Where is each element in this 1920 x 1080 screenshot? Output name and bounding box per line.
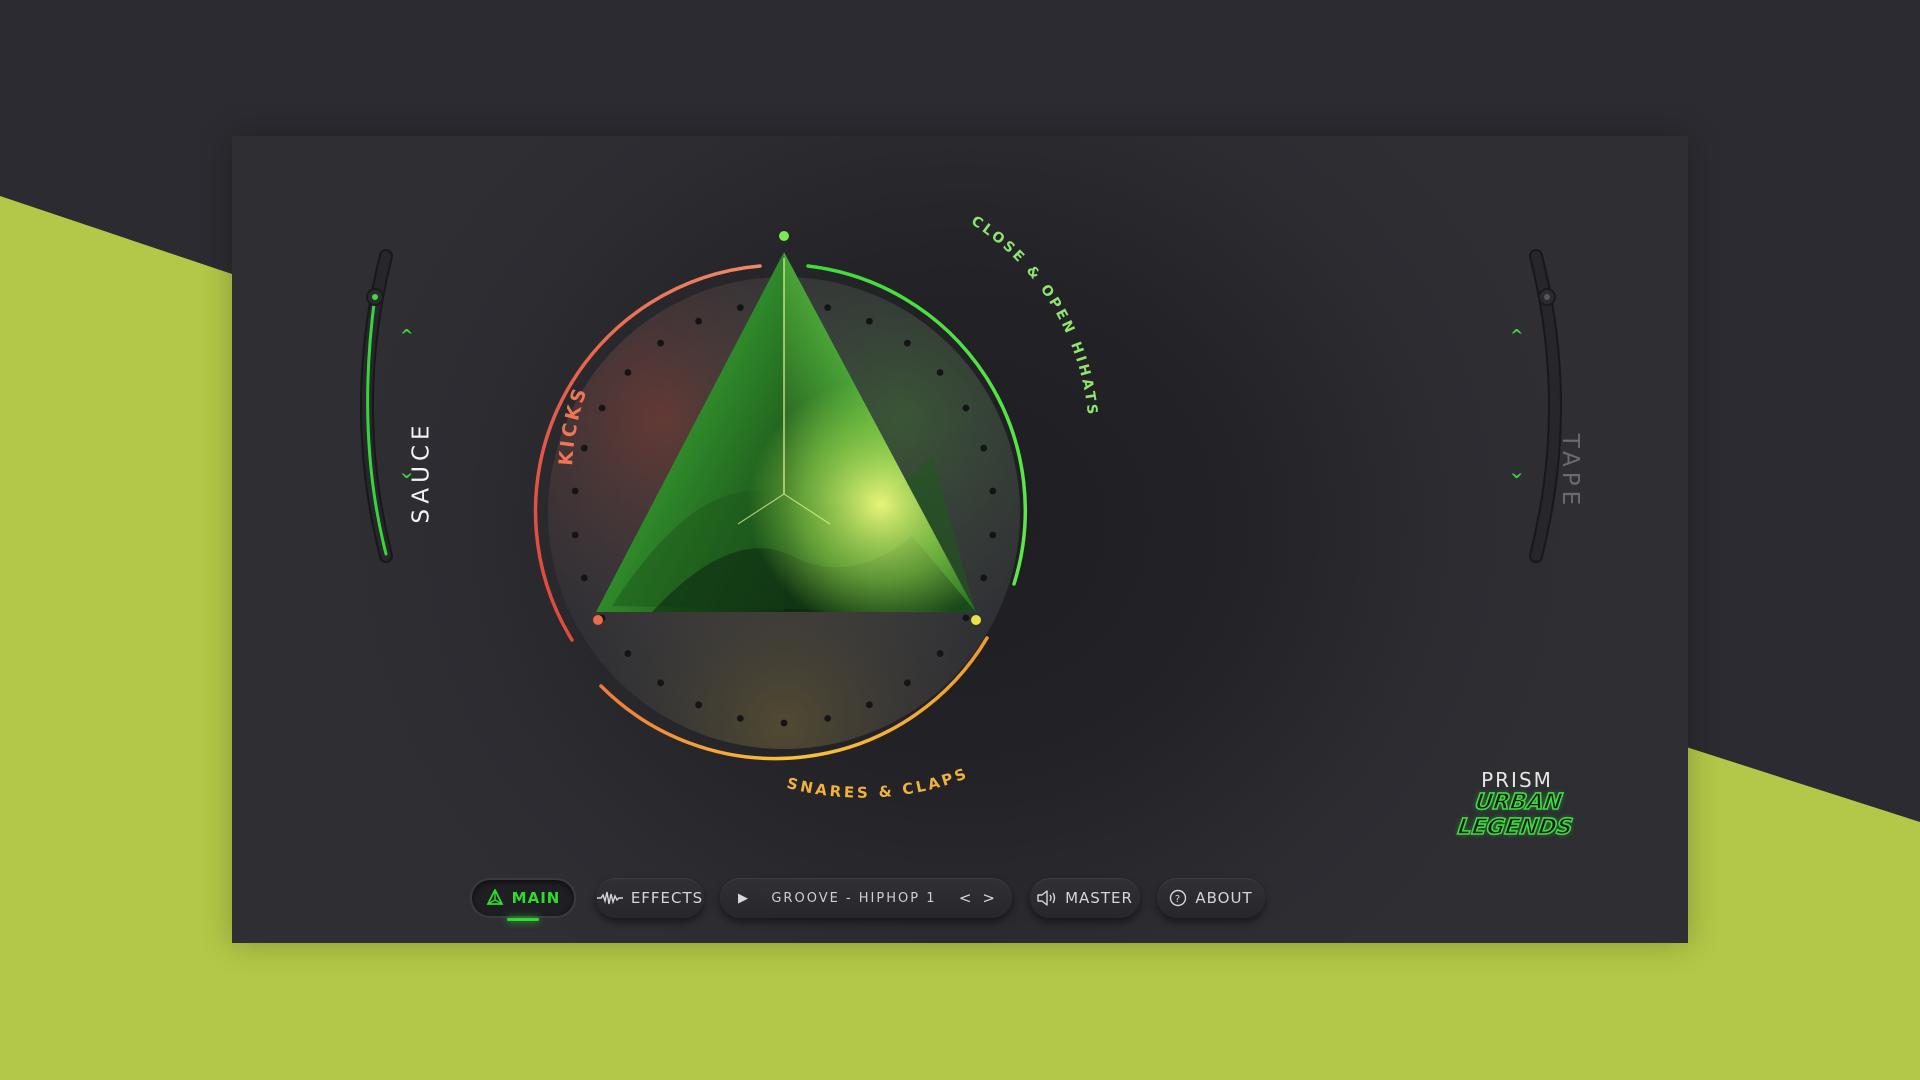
dial-tick-dot xyxy=(866,701,873,709)
dial-tick-dot xyxy=(624,369,632,376)
dial-tick-dot xyxy=(936,650,944,657)
speaker-icon xyxy=(1037,890,1056,906)
plugin-window: KICKS CLOSE & OPEN HIHATS SNARES & CLAPS… xyxy=(232,136,1688,943)
dial-tick-dot xyxy=(989,531,997,539)
master-tab-label: MASTER xyxy=(1065,889,1133,907)
dial-tick-dot xyxy=(657,339,664,347)
tape-label: TAPE xyxy=(1557,433,1584,511)
main-tab-indicator xyxy=(507,918,539,921)
preset-selector[interactable]: ▶ GROOVE - HIPHOP 1 < > xyxy=(720,878,1012,918)
dial-tick-dot xyxy=(989,487,997,495)
tape-chevron-down-icon[interactable]: ^ xyxy=(1510,462,1523,481)
hihats-label: CLOSE & OPEN HIHATS xyxy=(968,213,1100,418)
hihats-indicator xyxy=(779,231,789,241)
dial-tick-dot xyxy=(904,679,911,687)
snares-label: SNARES & CLAPS xyxy=(785,764,971,802)
about-tab-label: ABOUT xyxy=(1195,889,1253,907)
preset-next-button[interactable]: > xyxy=(982,889,996,907)
dial-tick-dot xyxy=(624,650,632,657)
dial-tick-dot xyxy=(695,317,702,325)
dial-tick-dot xyxy=(980,444,988,452)
preset-name: GROOVE - HIPHOP 1 xyxy=(771,890,937,906)
dial-tick-dot xyxy=(866,317,873,325)
dial-tick-dot xyxy=(962,404,970,412)
dial-tick-dot xyxy=(580,574,588,582)
dial-tick-dot xyxy=(780,719,788,727)
dial-tick-dot xyxy=(936,369,944,376)
about-tab-button[interactable]: ? ABOUT xyxy=(1157,878,1265,918)
dial-tick-dot xyxy=(904,339,911,347)
dial-tick-dot xyxy=(980,574,988,582)
sauce-chevron-up-icon[interactable]: ^ xyxy=(400,326,413,345)
kicks-indicator xyxy=(593,615,603,625)
snares-indicator xyxy=(971,615,981,625)
tape-slider[interactable] xyxy=(1529,249,1562,563)
dial-tick-dot xyxy=(824,715,832,722)
play-icon[interactable]: ▶ xyxy=(738,891,749,906)
svg-text:?: ? xyxy=(1175,894,1181,905)
brand-subtitle: URBAN LEGENDS xyxy=(1455,789,1575,841)
dial-tick-dot xyxy=(571,487,579,495)
effects-tab-button[interactable]: EFFECTS xyxy=(596,878,704,918)
sauce-slider[interactable] xyxy=(360,249,393,563)
dial-tick-dot xyxy=(657,679,664,687)
dial-tick-dot xyxy=(580,444,588,452)
preset-arrows: < > xyxy=(959,889,996,907)
brand-name: PRISM xyxy=(1481,768,1553,792)
effects-tab-label: EFFECTS xyxy=(630,889,704,907)
tape-chevron-up-icon[interactable]: ^ xyxy=(1510,326,1523,345)
help-icon: ? xyxy=(1170,889,1187,907)
dial-tick-dot xyxy=(824,304,832,311)
dial-tick-dot xyxy=(736,715,744,722)
main-tab-label: MAIN xyxy=(511,889,561,907)
main-tab-button[interactable]: MAIN xyxy=(470,878,576,918)
sauce-chevron-down-icon[interactable]: ^ xyxy=(400,462,413,481)
dial-tick-dot xyxy=(598,404,606,412)
master-tab-button[interactable]: MASTER xyxy=(1030,878,1140,918)
dial-tick-dot xyxy=(736,304,744,311)
waveform-icon xyxy=(596,891,623,905)
dial-tick-dot xyxy=(962,614,970,622)
dial-tick-dot xyxy=(695,701,702,709)
brand-logo: PRISM URBAN LEGENDS xyxy=(1442,768,1592,841)
preset-prev-button[interactable]: < xyxy=(959,889,973,907)
prism-icon xyxy=(486,889,504,905)
dial-tick-dot xyxy=(571,531,579,539)
